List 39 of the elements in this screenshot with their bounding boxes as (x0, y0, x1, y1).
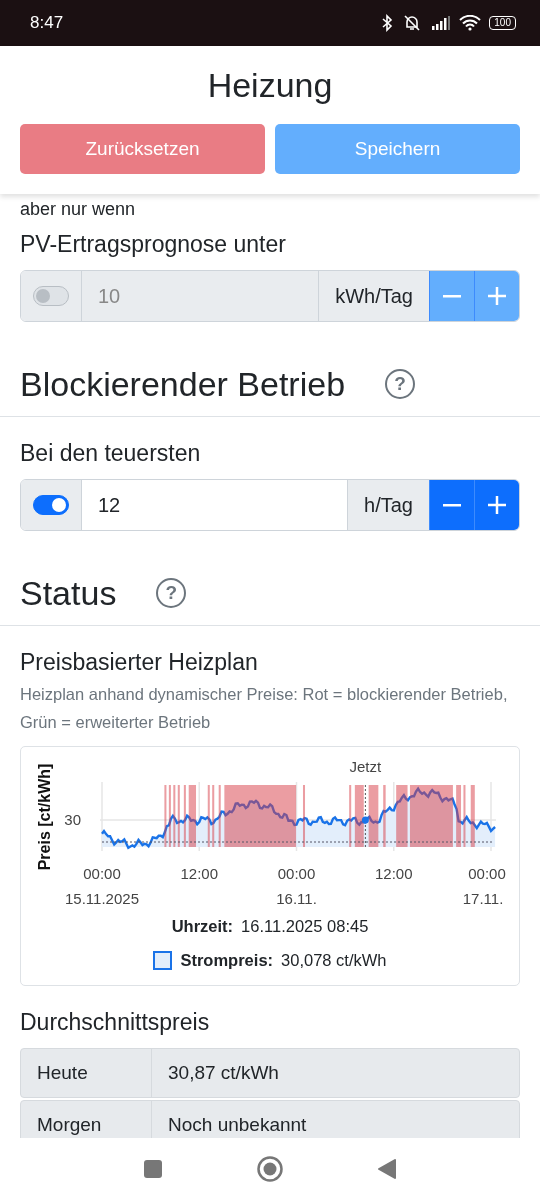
caption: aber nur wenn (20, 198, 137, 220)
recents-icon[interactable] (144, 1160, 162, 1178)
section-heading: Status (20, 573, 117, 613)
section-heading: Blockierender Betrieb (20, 364, 346, 404)
x-tick-label: 00:00 (277, 865, 316, 882)
help-icon[interactable]: ? (385, 369, 416, 399)
description: Heizplan anhand dynamischer Preise: Rot = blockierender Betrieb, Grün = erweiterter Betrieb (20, 684, 509, 733)
subsection-title: Preisbasierter Heizplan (20, 648, 259, 676)
reset-button[interactable]: Zurücksetzen (20, 124, 265, 174)
x-tick-label: 00:00 (468, 865, 506, 882)
back-icon[interactable] (378, 1159, 396, 1179)
y-axis-label: Preis [ct/kWh] (36, 763, 53, 871)
x-tick-label: 12:00 (375, 865, 413, 882)
table-cell: Heute (21, 1049, 152, 1097)
tooltip-value: 16.11.2025 08:45 (241, 916, 369, 936)
tooltip-label: Uhrzeit: (171, 916, 234, 936)
date-label: 15.11.2025 (65, 890, 139, 907)
field-label: Bei den teuersten (20, 439, 202, 467)
bluetooth-icon (381, 14, 394, 32)
now-label: Jetzt (349, 758, 382, 775)
subsection-title: Durchschnittspreis (20, 1008, 211, 1036)
table-cell-text: 30,87 ct/kWh (167, 1061, 279, 1085)
date-label: 16.11. (276, 890, 317, 907)
signal-icon (431, 16, 452, 30)
x-tick-label: 12:00 (180, 865, 218, 882)
legend-value: 30,078 ct/kWh (281, 950, 387, 970)
clock: 8:47 (30, 13, 64, 33)
help-icon[interactable]: ? (156, 578, 187, 608)
legend-swatch-icon (153, 950, 173, 970)
page-title: Heizung (206, 65, 334, 106)
x-tick-label: 00:00 (83, 865, 121, 882)
battery-icon: 100 (489, 16, 516, 30)
wifi-icon (459, 15, 482, 31)
y-tick-label: 30 (64, 811, 81, 828)
date-label: 17.11. (462, 890, 504, 907)
legend-label: Strompreis: (180, 950, 274, 970)
field-label: PV-Ertragsprognose unter (20, 230, 287, 258)
table-cell-text: Noch unbekannt (167, 1113, 307, 1137)
home-icon[interactable] (257, 1156, 283, 1182)
